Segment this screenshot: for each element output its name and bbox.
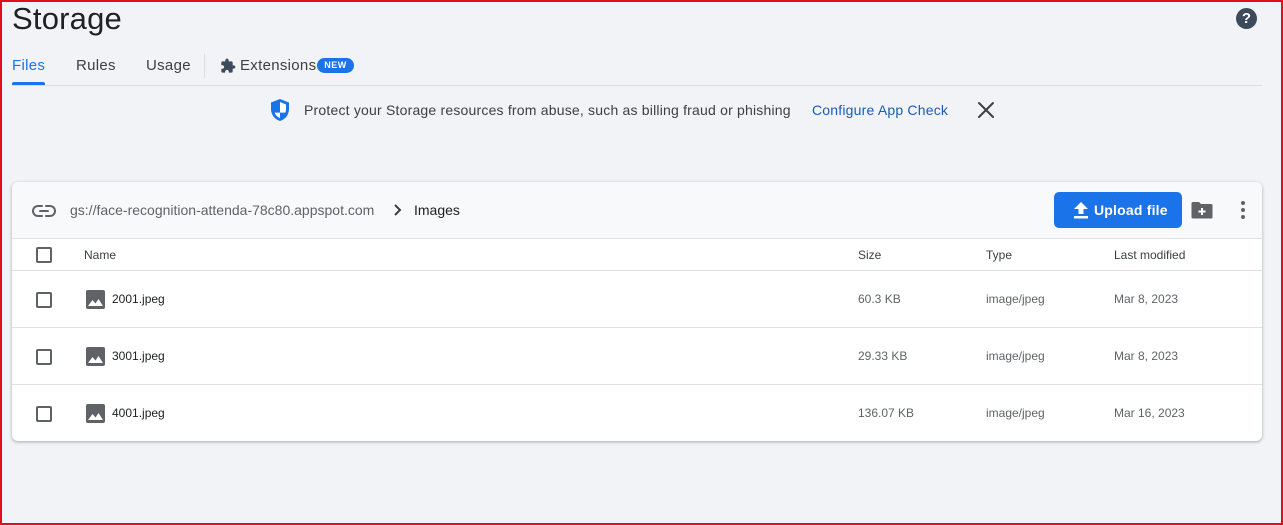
file-type: image/jpeg <box>986 349 1045 363</box>
table-header: Name Size Type Last modified <box>12 239 1262 271</box>
image-icon <box>86 404 105 423</box>
file-name[interactable]: 3001.jpeg <box>112 349 165 363</box>
column-size[interactable]: Size <box>858 248 881 262</box>
configure-app-check-link[interactable]: Configure App Check <box>812 102 948 118</box>
file-type: image/jpeg <box>986 292 1045 306</box>
tab-extensions[interactable]: Extensions <box>240 57 316 74</box>
more-vert-icon[interactable] <box>1231 198 1255 222</box>
table-row[interactable]: 4001.jpeg 136.07 KB image/jpeg Mar 16, 2… <box>12 385 1262 441</box>
file-size: 136.07 KB <box>858 406 915 420</box>
column-last-modified[interactable]: Last modified <box>1114 248 1185 262</box>
tab-bar: Files Rules Usage Extensions NEW <box>12 50 1262 86</box>
active-tab-indicator <box>12 82 45 85</box>
upload-icon <box>1074 202 1088 219</box>
file-browser-toolbar: gs://face-recognition-attenda-78c80.apps… <box>12 182 1262 239</box>
help-icon[interactable]: ? <box>1236 8 1257 29</box>
new-badge: NEW <box>317 58 354 73</box>
file-size: 29.33 KB <box>858 349 908 363</box>
breadcrumb-folder[interactable]: Images <box>414 202 460 218</box>
tab-usage[interactable]: Usage <box>146 57 191 74</box>
table-row[interactable]: 3001.jpeg 29.33 KB image/jpeg Mar 8, 202… <box>12 328 1262 385</box>
select-all-checkbox[interactable] <box>36 247 52 263</box>
bucket-path[interactable]: gs://face-recognition-attenda-78c80.apps… <box>70 202 374 218</box>
column-type[interactable]: Type <box>986 248 1012 262</box>
banner-message: Protect your Storage resources from abus… <box>304 102 791 118</box>
create-folder-icon[interactable] <box>1191 200 1213 220</box>
link-icon[interactable] <box>32 201 56 221</box>
table-row[interactable]: 2001.jpeg 60.3 KB image/jpeg Mar 8, 2023 <box>12 271 1262 328</box>
row-checkbox[interactable] <box>36 292 52 308</box>
file-browser: gs://face-recognition-attenda-78c80.apps… <box>12 182 1262 441</box>
column-name[interactable]: Name <box>84 248 116 262</box>
upload-file-button[interactable]: Upload file <box>1054 192 1182 228</box>
shield-icon <box>271 99 289 121</box>
row-checkbox[interactable] <box>36 349 52 365</box>
image-icon <box>86 290 105 309</box>
chevron-right-icon <box>394 204 402 216</box>
upload-file-label: Upload file <box>1094 202 1168 218</box>
file-last-modified: Mar 16, 2023 <box>1114 406 1185 420</box>
file-last-modified: Mar 8, 2023 <box>1114 292 1179 306</box>
image-icon <box>86 347 105 366</box>
page-title: Storage <box>12 1 122 36</box>
file-type: image/jpeg <box>986 406 1045 420</box>
extension-icon <box>221 58 236 73</box>
tab-divider <box>204 54 205 78</box>
tab-rules[interactable]: Rules <box>76 57 116 74</box>
close-icon[interactable] <box>976 100 996 120</box>
tab-files[interactable]: Files <box>12 57 45 74</box>
file-name[interactable]: 4001.jpeg <box>112 406 165 420</box>
file-last-modified: Mar 8, 2023 <box>1114 349 1179 363</box>
file-size: 60.3 KB <box>858 292 901 306</box>
row-checkbox[interactable] <box>36 406 52 422</box>
file-name[interactable]: 2001.jpeg <box>112 292 165 306</box>
